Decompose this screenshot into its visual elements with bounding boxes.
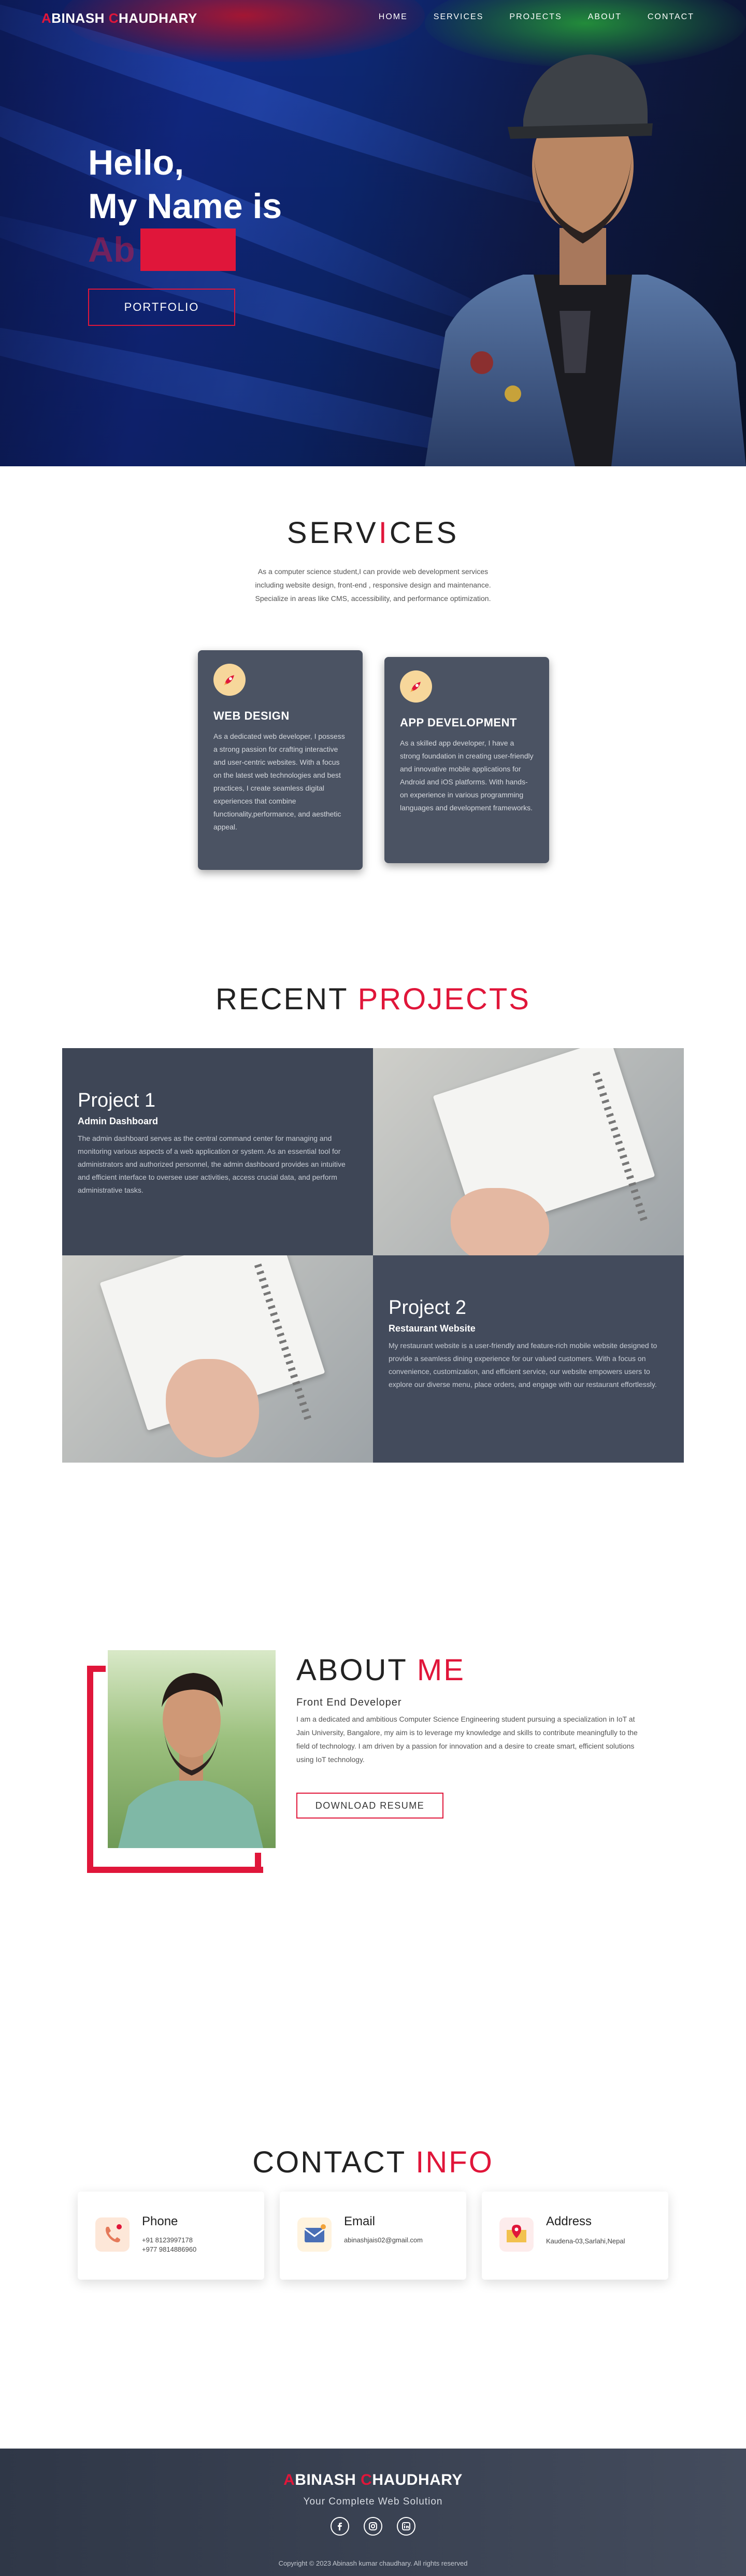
logo-first-name: BINASH xyxy=(295,2471,361,2488)
rocket-icon xyxy=(213,664,246,696)
logo-last-name: HAUDHARY xyxy=(372,2471,463,2488)
services-title-accent: I xyxy=(378,516,390,550)
rocket-icon xyxy=(400,670,432,703)
hero-greeting: Hello, xyxy=(88,143,184,182)
contact-card-phone: Phone +91 8123997178 +977 9814886960 xyxy=(78,2192,264,2280)
projects-title: RECENT PROJECTS xyxy=(0,982,746,1017)
email-address[interactable]: abinashjais02@gmail.com xyxy=(344,2236,423,2244)
project-title: Project 1 xyxy=(78,1090,155,1111)
project-text: The admin dashboard serves as the centra… xyxy=(78,1134,346,1194)
site-logo[interactable]: ABINASH CHAUDHARY xyxy=(41,10,197,26)
facebook-icon[interactable] xyxy=(331,2517,349,2536)
project-title: Project 2 xyxy=(389,1297,466,1319)
services-title-part: CES xyxy=(389,516,460,550)
service-title: APP DEVELOPMENT xyxy=(400,716,517,729)
footer-logo[interactable]: ABINASH CHAUDHARY xyxy=(0,2471,746,2489)
logo-initial-c: C xyxy=(108,10,119,26)
nav-home[interactable]: HOME xyxy=(379,12,408,22)
about-subtitle: Front End Developer xyxy=(296,1697,402,1708)
footer: ABINASH CHAUDHARY Your Complete Web Solu… xyxy=(0,2449,746,2576)
hero-section: ABINASH CHAUDHARY HOME SERVICES PROJECTS… xyxy=(0,0,746,466)
contact-title-part: CONTACT xyxy=(252,2145,416,2179)
about-title-accent: ME xyxy=(417,1653,465,1687)
service-text: As a skilled app developer, I have a str… xyxy=(400,739,534,812)
project-subtitle: Admin Dashboard xyxy=(78,1116,159,1126)
social-links xyxy=(0,2517,746,2536)
services-description: As a computer science student,I can prov… xyxy=(255,567,491,603)
nav-about[interactable]: ABOUT xyxy=(588,12,622,22)
service-card-app-development: APP DEVELOPMENT As a skilled app develop… xyxy=(384,657,549,863)
hero-typed-name: Ab xyxy=(88,228,282,271)
service-card-web-design: WEB DESIGN As a dedicated web developer,… xyxy=(198,650,363,870)
project-image-2 xyxy=(62,1255,373,1463)
about-frame-corner xyxy=(255,1853,261,1873)
contact-card-title: Email xyxy=(344,2214,376,2228)
about-photo xyxy=(108,1650,276,1848)
typed-text: Ab xyxy=(88,230,135,269)
phone-icon xyxy=(95,2217,130,2252)
project-text: My restaurant website is a user-friendly… xyxy=(389,1341,657,1389)
service-text: As a dedicated web developer, I possess … xyxy=(213,732,345,831)
logo-initial-a: A xyxy=(41,10,52,26)
about-title-part: ABOUT xyxy=(296,1653,417,1687)
service-title: WEB DESIGN xyxy=(213,709,290,722)
about-title: ABOUT ME xyxy=(296,1653,465,1687)
project-card-2[interactable]: Project 2 Restaurant Website My restaura… xyxy=(373,1255,684,1463)
project-image-1 xyxy=(373,1048,684,1255)
address-text: Kaudena-03,Sarlahi,Nepal xyxy=(546,2237,625,2245)
hand-graphic xyxy=(166,1359,259,1457)
hero-portrait xyxy=(425,54,746,466)
hero-name-intro: My Name is xyxy=(88,187,282,226)
portfolio-button[interactable]: PORTFOLIO xyxy=(88,289,235,326)
projects-title-accent: PROJECTS xyxy=(357,982,530,1016)
services-title-part: SERV xyxy=(286,516,379,550)
instagram-icon[interactable] xyxy=(364,2517,382,2536)
phone-number-1[interactable]: +91 8123997178 xyxy=(142,2236,193,2244)
logo-last-name: HAUDHARY xyxy=(118,10,197,26)
projects-title-part: RECENT xyxy=(216,982,358,1016)
about-frame-corner xyxy=(87,1666,106,1672)
nav-contact[interactable]: CONTACT xyxy=(648,12,694,22)
logo-initial-a: A xyxy=(283,2471,295,2488)
project-subtitle: Restaurant Website xyxy=(389,1323,476,1334)
map-pin-icon xyxy=(499,2217,534,2252)
linkedin-icon[interactable] xyxy=(397,2517,415,2536)
logo-first-name: BINASH xyxy=(51,10,109,26)
contact-title-accent: INFO xyxy=(415,2145,494,2179)
mail-icon xyxy=(297,2217,332,2252)
contact-card-address: Address Kaudena-03,Sarlahi,Nepal xyxy=(482,2192,668,2280)
contact-card-title: Phone xyxy=(142,2214,178,2228)
logo-initial-c: C xyxy=(361,2471,372,2488)
navbar: ABINASH CHAUDHARY HOME SERVICES PROJECTS… xyxy=(0,0,746,37)
phone-number-2[interactable]: +977 9814886960 xyxy=(142,2245,196,2253)
contact-card-email: Email abinashjais02@gmail.com xyxy=(280,2192,466,2280)
about-text: I am a dedicated and ambitious Computer … xyxy=(296,1715,638,1764)
download-resume-button[interactable]: DOWNLOAD RESUME xyxy=(296,1793,443,1819)
project-card-1[interactable]: Project 1 Admin Dashboard The admin dash… xyxy=(62,1048,373,1255)
hero-heading: Hello, My Name is Ab xyxy=(88,141,282,271)
contact-card-title: Address xyxy=(546,2214,592,2228)
nav-links: HOME SERVICES PROJECTS ABOUT CONTACT xyxy=(379,12,694,22)
nav-services[interactable]: SERVICES xyxy=(434,12,484,22)
services-title: SERVICES xyxy=(0,516,746,550)
copyright-text: Copyright © 2023 Abinash kumar chaudhary… xyxy=(278,2559,468,2567)
typed-cursor-highlight xyxy=(140,228,236,271)
contact-title: CONTACT INFO xyxy=(0,2145,746,2180)
footer-tagline: Your Complete Web Solution xyxy=(303,2496,443,2507)
nav-projects[interactable]: PROJECTS xyxy=(509,12,562,22)
